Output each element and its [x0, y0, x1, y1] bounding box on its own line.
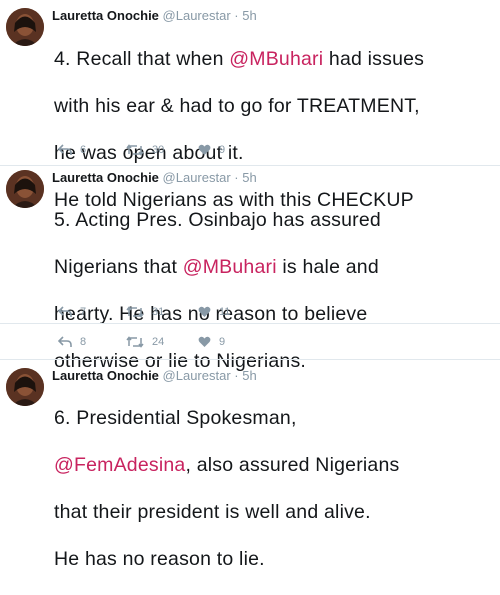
reply-icon [58, 144, 72, 155]
tweet-line: 5. Acting Pres. Osinbajo has assured [54, 208, 381, 231]
tweet-line: he was open about it. [54, 141, 244, 164]
reply-button[interactable]: 7 [58, 306, 86, 318]
author-name[interactable]: Lauretta Onochie [52, 170, 159, 185]
tweet-line: with his ear & had to go for TREATMENT, [54, 94, 420, 117]
mention-link[interactable]: @MBuhari [183, 256, 277, 278]
separator-dot: · [234, 8, 239, 23]
tweet-line: He has no reason to lie. [54, 547, 265, 570]
tweet-line: Nigerians that @MBuhari is hale and [54, 255, 379, 278]
heart-icon [198, 144, 211, 155]
like-count: 11 [219, 306, 231, 318]
retweet-button[interactable]: 31 [126, 306, 164, 318]
tweet-text: 6. Presidential Spokesman, @FemAdesina, … [54, 383, 500, 595]
author-handle[interactable]: @Laurestar [163, 170, 231, 185]
retweet-count: 31 [152, 306, 165, 318]
tweet-header: Lauretta Onochie @Laurestar · 5h [52, 170, 257, 185]
reply-button[interactable]: 8 [58, 336, 86, 348]
timestamp[interactable]: 5h [242, 170, 256, 185]
reply-count: 6 [80, 144, 87, 156]
tweet-header: Lauretta Onochie @Laurestar · 5h [52, 8, 257, 23]
heart-icon [198, 336, 211, 347]
avatar[interactable] [6, 8, 44, 46]
timestamp[interactable]: 5h [242, 368, 256, 383]
retweet-icon [126, 144, 144, 156]
reply-button[interactable]: 6 [58, 144, 86, 156]
retweet-count: 24 [152, 336, 165, 348]
retweet-button[interactable]: 30 [126, 144, 164, 156]
tweet-line: @FemAdesina, also assured Nigerians [54, 453, 400, 476]
separator-dot: · [234, 170, 239, 185]
retweet-icon [126, 306, 144, 318]
retweet-icon [126, 336, 144, 348]
tweet-line: 6. Presidential Spokesman, [54, 406, 297, 429]
reply-icon [58, 306, 72, 317]
divider [0, 323, 500, 324]
like-count: 9 [219, 336, 226, 348]
mention-link[interactable]: @MBuhari [229, 48, 323, 70]
like-button[interactable]: 11 [198, 306, 230, 318]
retweet-count: 30 [152, 144, 165, 156]
author-handle[interactable]: @Laurestar [163, 8, 231, 23]
tweet-line: that their president is well and alive. [54, 500, 371, 523]
reply-count: 8 [80, 336, 87, 348]
author-handle[interactable]: @Laurestar [163, 368, 231, 383]
tweet-2[interactable]: Lauretta Onochie @Laurestar · 5h 5. Acti… [0, 166, 500, 372]
separator-dot: · [234, 368, 239, 383]
tweet-1[interactable]: Lauretta Onochie @Laurestar · 5h 4. Reca… [0, 0, 500, 211]
reply-icon [58, 336, 72, 347]
like-button[interactable]: 9 [198, 144, 225, 156]
tweet-line: 4. Recall that when @MBuhari had issues [54, 47, 425, 70]
like-count: 9 [219, 144, 226, 156]
tweet-header: Lauretta Onochie @Laurestar · 5h [52, 368, 257, 383]
avatar[interactable] [6, 170, 44, 208]
like-button[interactable]: 9 [198, 336, 225, 348]
reply-count: 7 [80, 306, 87, 318]
timestamp[interactable]: 5h [242, 8, 256, 23]
retweet-button[interactable]: 24 [126, 336, 164, 348]
avatar[interactable] [6, 368, 44, 406]
heart-icon [198, 306, 211, 317]
mention-link[interactable]: @FemAdesina [54, 454, 185, 476]
author-name[interactable]: Lauretta Onochie [52, 8, 159, 23]
author-name[interactable]: Lauretta Onochie [52, 368, 159, 383]
tweet-3[interactable]: Lauretta Onochie @Laurestar · 5h 6. Pres… [0, 360, 500, 570]
